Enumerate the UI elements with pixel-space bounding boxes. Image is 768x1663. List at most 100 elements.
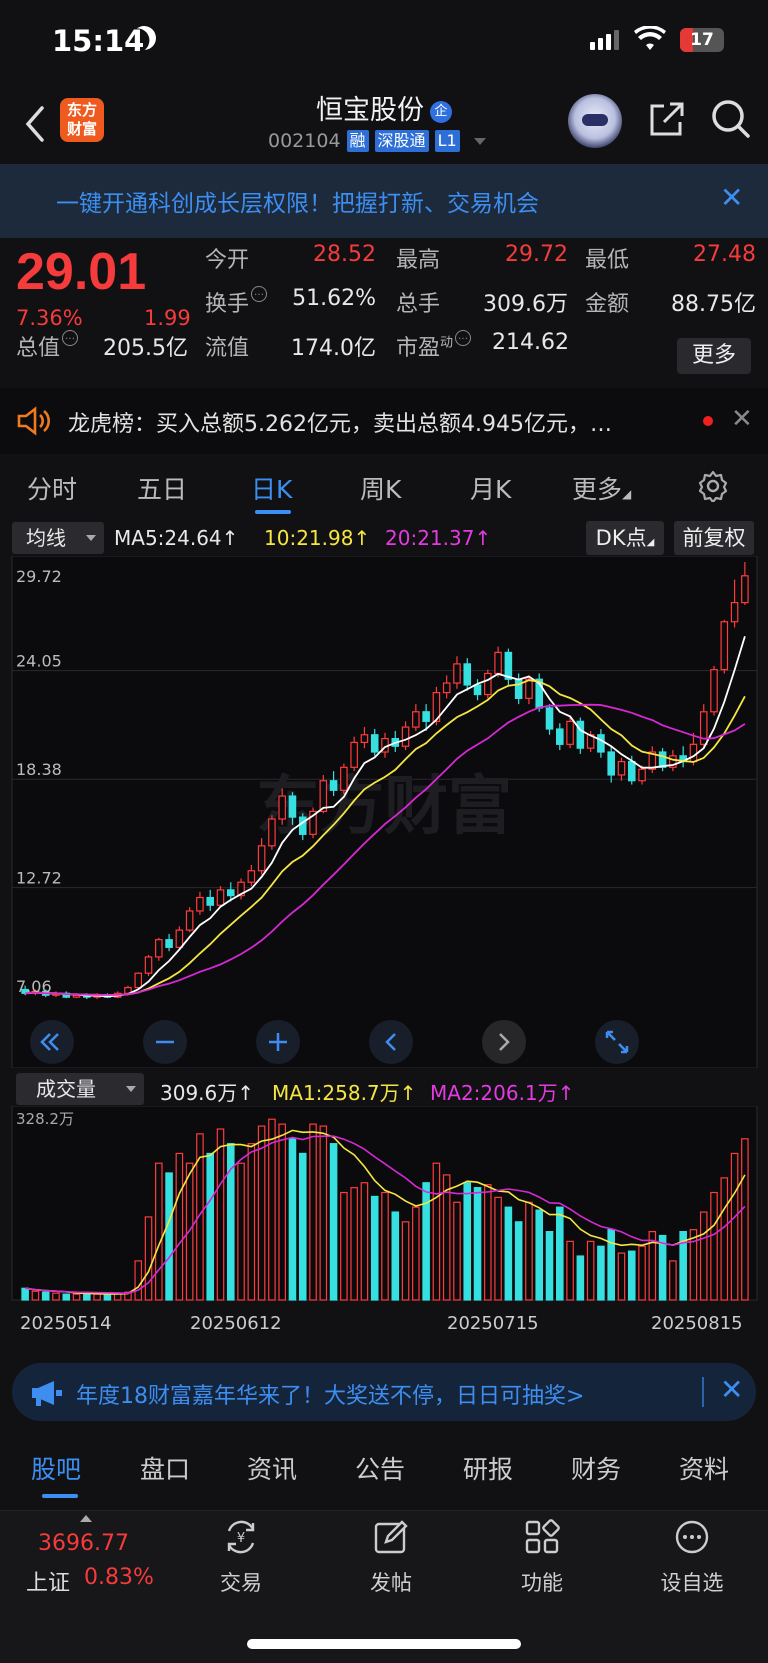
tab-more[interactable]: 更多◢ bbox=[572, 470, 631, 506]
dk-point-button[interactable]: DK点◢ bbox=[586, 521, 664, 555]
tab-weekly-k[interactable]: 周K bbox=[360, 470, 401, 506]
candlestick-chart[interactable]: 东方财富 29.7224.0518.3812.727.06 bbox=[0, 556, 768, 1068]
ai-assistant-icon[interactable] bbox=[568, 94, 622, 148]
scroll-right-button[interactable] bbox=[482, 1020, 526, 1064]
nav-functions[interactable]: 功能 bbox=[492, 1517, 592, 1597]
volume-bar bbox=[422, 1182, 430, 1301]
search-icon[interactable] bbox=[710, 98, 752, 140]
pe-label: 市盈动… bbox=[396, 330, 472, 362]
candle-down bbox=[514, 678, 523, 699]
tab-news[interactable]: 资讯 bbox=[247, 1450, 297, 1486]
info-icon[interactable]: … bbox=[62, 330, 79, 346]
volume-label: 总手 bbox=[396, 292, 441, 317]
svg-text:¥: ¥ bbox=[237, 1531, 245, 1546]
scroll-left-button[interactable] bbox=[369, 1020, 413, 1064]
fullscreen-button[interactable] bbox=[595, 1020, 639, 1064]
candle-up bbox=[268, 818, 276, 847]
vol-ma2-text: MA2:206.1万 bbox=[430, 1081, 558, 1105]
turnover-label-text: 换手 bbox=[205, 292, 250, 317]
scroll-start-button[interactable] bbox=[30, 1020, 74, 1064]
tab-intraday[interactable]: 分时 bbox=[27, 470, 77, 506]
y-tick-label: 29.72 bbox=[16, 567, 62, 586]
tab-guba[interactable]: 股吧 bbox=[31, 1450, 81, 1486]
volume-bar bbox=[93, 1293, 101, 1301]
tab-research[interactable]: 研报 bbox=[463, 1450, 513, 1486]
info-icon[interactable]: … bbox=[251, 286, 268, 302]
volume-bar bbox=[340, 1191, 348, 1301]
index-change[interactable]: 0.83% bbox=[84, 1565, 154, 1590]
y-tick-label: 24.05 bbox=[16, 652, 62, 671]
candle-up bbox=[730, 602, 739, 623]
nav-post[interactable]: 发帖 bbox=[341, 1517, 441, 1597]
nav-watchlist[interactable]: 设自选 bbox=[642, 1517, 742, 1597]
settings-icon[interactable] bbox=[697, 470, 729, 502]
candle-up bbox=[525, 678, 533, 699]
candle-up bbox=[350, 741, 358, 768]
unread-dot bbox=[703, 416, 713, 426]
volume-bar bbox=[638, 1245, 646, 1301]
candle-down bbox=[422, 711, 430, 722]
candle-down bbox=[329, 780, 338, 791]
adjust-button[interactable]: 前复权 bbox=[674, 521, 754, 555]
share-icon[interactable] bbox=[646, 100, 686, 140]
volume-bar bbox=[206, 1152, 214, 1301]
volume-indicator-select[interactable]: 成交量 bbox=[16, 1073, 144, 1105]
info-icon[interactable]: … bbox=[455, 330, 472, 346]
candle-up bbox=[638, 768, 646, 782]
signal-icon bbox=[590, 30, 619, 50]
volume-bar bbox=[329, 1143, 338, 1301]
high-label: 最高 bbox=[396, 248, 441, 273]
volume-bar bbox=[165, 1172, 173, 1301]
turnover-value: 51.62% bbox=[292, 286, 376, 311]
tab-profile[interactable]: 资料 bbox=[679, 1450, 729, 1486]
tab-monthly-k[interactable]: 月K bbox=[470, 470, 511, 506]
volume-bar bbox=[288, 1138, 297, 1301]
battery-level: 17 bbox=[690, 30, 714, 50]
candle-up bbox=[278, 795, 286, 820]
y-tick-label: 12.72 bbox=[16, 869, 62, 888]
amount-value: 88.75亿 bbox=[671, 292, 756, 317]
volume-bar bbox=[525, 1201, 533, 1301]
change-percent: 7.36% bbox=[16, 306, 83, 330]
low-label: 最低 bbox=[585, 248, 630, 273]
volume-bar bbox=[103, 1294, 112, 1301]
index-value[interactable]: 3696.77 bbox=[38, 1531, 129, 1556]
more-button[interactable]: 更多 bbox=[677, 338, 751, 374]
close-icon[interactable]: ✕ bbox=[720, 184, 743, 212]
candle-down bbox=[206, 896, 214, 906]
enterprise-badge: 企 bbox=[430, 100, 452, 123]
tab-daily-k[interactable]: 日K bbox=[251, 470, 292, 506]
ma20-value: 20:21.37↑ bbox=[385, 526, 492, 550]
ad-text: 年度18财富嘉年华来了！大奖送不停，日日可抽奖> bbox=[76, 1384, 585, 1409]
candle-down bbox=[627, 760, 636, 782]
candle-up bbox=[494, 651, 502, 675]
last-price: 29.01 bbox=[16, 243, 147, 301]
promo-banner[interactable]: 一键开通科创成长层权限！把握打新、交易机会 ✕ bbox=[0, 164, 768, 238]
volume-chart[interactable]: 328.2万 20250514 20250612 20250715 20250815 bbox=[0, 1106, 768, 1350]
volume-bar bbox=[586, 1240, 595, 1301]
vol-ma1-text: MA1:258.7万 bbox=[272, 1081, 400, 1105]
volume-bar bbox=[597, 1245, 605, 1301]
close-icon[interactable]: ✕ bbox=[720, 1373, 743, 1406]
ad-banner[interactable]: 年度18财富嘉年华来了！大奖送不停，日日可抽奖> ✕ bbox=[12, 1363, 756, 1421]
close-icon[interactable]: ✕ bbox=[731, 404, 753, 434]
grid-icon bbox=[525, 1519, 560, 1554]
tab-announcements[interactable]: 公告 bbox=[355, 1450, 405, 1486]
nav-trade[interactable]: ¥ 交易 bbox=[191, 1517, 291, 1597]
vol-ma2-value: MA2:206.1万↑ bbox=[430, 1081, 575, 1105]
tab-pankou[interactable]: 盘口 bbox=[140, 1450, 190, 1486]
index-name[interactable]: 上证 bbox=[26, 1565, 70, 1597]
candle-up bbox=[340, 766, 348, 791]
edit-icon bbox=[374, 1520, 408, 1554]
open-label: 今开 bbox=[205, 248, 250, 273]
candle-down bbox=[545, 707, 554, 730]
dragon-tiger-bar[interactable]: 龙虎榜：买入总额5.262亿元，卖出总额4.945亿元，… ✕ bbox=[0, 388, 768, 454]
indicator-select[interactable]: 均线 bbox=[12, 522, 104, 554]
tab-financials[interactable]: 财务 bbox=[571, 1450, 621, 1486]
tab-five-day[interactable]: 五日 bbox=[137, 470, 187, 506]
active-tab-indicator bbox=[255, 510, 291, 514]
stock-subtitle[interactable]: 002104 融 深股通 L1 bbox=[268, 130, 486, 152]
candle-down bbox=[298, 816, 307, 835]
candle-up bbox=[247, 870, 256, 883]
amount-label: 金额 bbox=[585, 292, 630, 317]
